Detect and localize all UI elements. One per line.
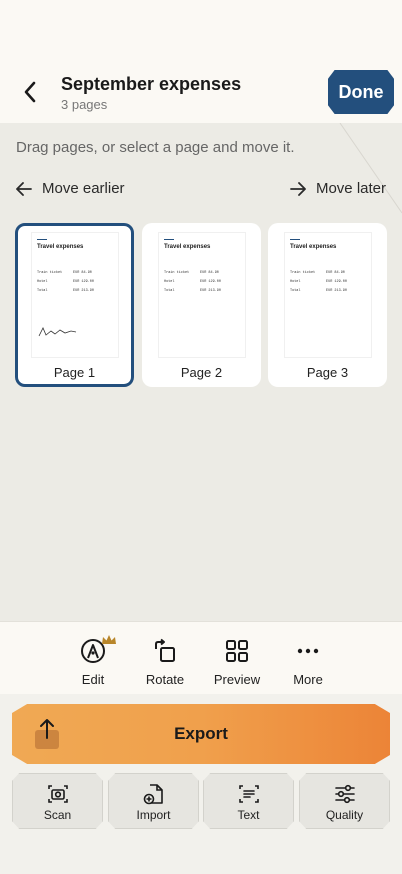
- page-thumbnail-2[interactable]: Travel expenses Train ticket EUR 84.90 Ho…: [142, 223, 261, 387]
- doc-row: Hotel EUR 129.00: [37, 280, 95, 284]
- page-preview: Travel expenses Train ticket EUR 84.90 Ho…: [284, 232, 372, 358]
- doc-row: Total EUR 213.90: [290, 289, 348, 293]
- page-label: Page 3: [306, 365, 349, 380]
- doc-row: Total EUR 213.90: [164, 289, 222, 293]
- preview-button[interactable]: Preview: [202, 634, 272, 694]
- doc-row: Total EUR 213.90: [37, 289, 95, 293]
- crown-icon: [102, 635, 116, 644]
- doc-row: Train ticket EUR 84.90: [290, 271, 345, 275]
- file-plus-icon: [143, 784, 163, 805]
- page-preview: Travel expenses Train ticket EUR 84.90 Ho…: [158, 232, 246, 358]
- move-earlier-button[interactable]: Move earlier: [16, 180, 125, 197]
- page-title: September expenses: [61, 74, 242, 94]
- header: September expenses 3 pages Done: [0, 0, 402, 123]
- move-later-button[interactable]: Move later: [290, 180, 386, 197]
- arrow-right-icon: [290, 181, 306, 196]
- ellipsis-icon: [297, 648, 319, 654]
- page-workspace: Drag pages, or select a page and move it…: [0, 123, 402, 621]
- text-label: Text: [237, 808, 260, 822]
- bottom-actions: Export Scan Import Text Quality: [0, 694, 402, 874]
- doc-row: Train ticket EUR 84.90: [164, 271, 219, 275]
- instruction-text: Drag pages, or select a page and move it…: [16, 139, 295, 156]
- doc-accent-bar: [290, 239, 300, 240]
- doc-row: Hotel EUR 129.00: [164, 280, 222, 284]
- grid-icon: [226, 640, 248, 662]
- doc-row: Train ticket EUR 84.90: [37, 271, 92, 275]
- edit-toolbar: Edit Rotate Preview More: [0, 621, 402, 694]
- quality-label: Quality: [325, 808, 364, 822]
- rotate-icon: [155, 638, 175, 662]
- text-button[interactable]: Text: [203, 773, 294, 829]
- edit-button[interactable]: Edit: [58, 634, 128, 694]
- page-preview: Travel expenses Train ticket EUR 84.90 Ho…: [31, 232, 119, 358]
- preview-label: Preview: [213, 672, 261, 687]
- chevron-left-icon: [24, 81, 36, 103]
- page-thumbnails: Travel expenses Train ticket EUR 84.90 Ho…: [15, 223, 387, 387]
- rotate-label: Rotate: [145, 672, 185, 687]
- import-button[interactable]: Import: [108, 773, 199, 829]
- sliders-icon: [334, 784, 355, 804]
- page-label: Page 1: [53, 365, 96, 380]
- export-label: Export: [174, 724, 228, 743]
- edit-label: Edit: [81, 672, 105, 687]
- more-label: More: [293, 672, 323, 687]
- doc-accent-bar: [37, 239, 47, 240]
- scan-label: Scan: [43, 808, 72, 822]
- doc-title: Travel expenses: [37, 244, 84, 250]
- back-button[interactable]: [14, 76, 46, 108]
- export-button[interactable]: Export: [12, 704, 390, 764]
- import-label: Import: [136, 808, 171, 822]
- doc-accent-bar: [164, 239, 174, 240]
- page-thumbnail-3[interactable]: Travel expenses Train ticket EUR 84.90 Ho…: [268, 223, 387, 387]
- arrow-left-icon: [16, 181, 32, 196]
- camera-icon: [47, 785, 68, 803]
- scan-button[interactable]: Scan: [12, 773, 103, 829]
- page-count: 3 pages: [61, 97, 108, 112]
- text-scan-icon: [238, 785, 259, 803]
- page-label: Page 2: [180, 365, 223, 380]
- quality-button[interactable]: Quality: [299, 773, 390, 829]
- doc-title: Travel expenses: [164, 244, 211, 250]
- doc-title: Travel expenses: [290, 244, 337, 250]
- more-button[interactable]: More: [273, 634, 343, 694]
- done-button[interactable]: Done: [328, 70, 394, 114]
- rotate-button[interactable]: Rotate: [130, 634, 200, 694]
- move-later-label: Move later: [315, 180, 386, 197]
- page-thumbnail-1[interactable]: Travel expenses Train ticket EUR 84.90 Ho…: [15, 223, 134, 387]
- doc-row: Hotel EUR 129.00: [290, 280, 348, 284]
- move-earlier-label: Move earlier: [42, 180, 125, 197]
- signature-image: [38, 327, 77, 337]
